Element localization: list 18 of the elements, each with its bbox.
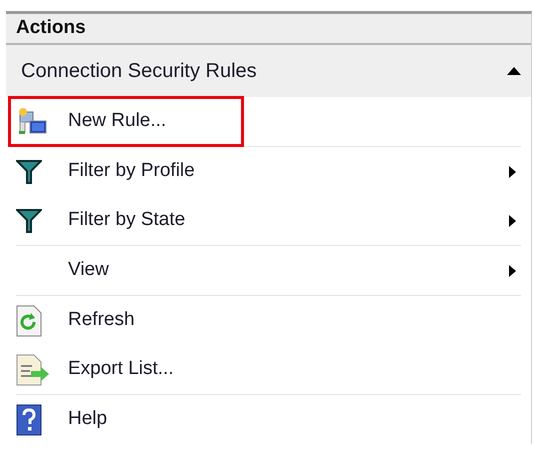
submenu-arrow-icon bbox=[509, 264, 516, 276]
action-item[interactable]: View bbox=[9, 246, 521, 295]
action-item[interactable]: Export List... bbox=[9, 345, 521, 394]
collapse-icon[interactable] bbox=[507, 67, 521, 75]
help-icon bbox=[16, 404, 42, 436]
submenu-arrow-icon bbox=[509, 166, 516, 178]
submenu-arrow-icon bbox=[509, 214, 516, 226]
action-item[interactable]: Filter by Profile bbox=[9, 147, 521, 196]
section-header[interactable]: Connection Security Rules bbox=[6, 45, 531, 97]
export-list-icon bbox=[16, 354, 50, 386]
action-item[interactable]: Filter by State bbox=[9, 196, 521, 245]
refresh-icon bbox=[16, 304, 42, 336]
filter-icon bbox=[16, 160, 42, 184]
filter-icon bbox=[16, 208, 42, 232]
action-item[interactable]: New Rule... bbox=[9, 97, 243, 146]
action-item[interactable]: Refresh bbox=[9, 296, 521, 345]
action-item[interactable]: Help bbox=[9, 395, 521, 444]
pane-title: Actions bbox=[16, 16, 86, 40]
